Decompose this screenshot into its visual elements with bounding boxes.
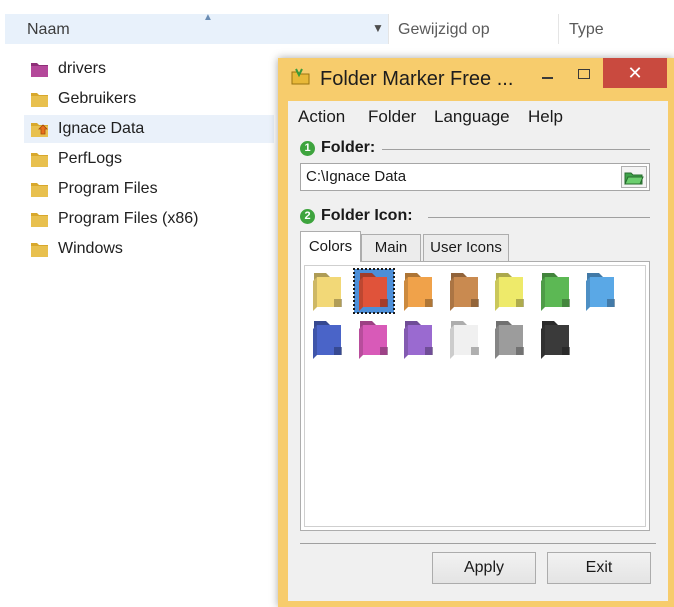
colored-folder-icon [449,321,479,359]
colored-folder-icon [449,273,479,311]
dialog-client-area: Action Folder Language Help 1 Folder: C:\… [288,101,668,601]
folder-color-swatch[interactable] [399,317,439,361]
close-icon: ✕ [627,63,643,83]
dialog-titlebar[interactable]: Folder Marker Free ... ✕ [278,58,674,96]
step-1-badge-icon: 1 [300,141,315,156]
minimize-icon [542,77,553,79]
color-icon-panel [300,261,650,531]
colored-folder-icon [404,321,433,359]
color-icon-grid [304,265,646,527]
folder-color-swatch[interactable] [536,269,576,313]
button-divider [300,543,656,544]
column-header-modified[interactable]: Gewijzigd op [398,21,490,39]
tab-user-icons[interactable]: User Icons [423,234,509,261]
file-list-item[interactable]: Ignace Data [24,115,274,143]
folder-marker-dialog: Folder Marker Free ... ✕ Action Folder L… [278,58,674,607]
folder-purple-icon [31,63,48,77]
dialog-title: Folder Marker Free ... [320,68,514,90]
file-list-item-label: PerfLogs [58,150,123,167]
folder-icon-section-title: 2 Folder Icon: [300,207,413,225]
folder-color-swatch[interactable] [581,269,621,313]
file-list-item-label: Ignace Data [58,120,145,137]
column-header-type[interactable]: Type [569,21,604,39]
menu-language[interactable]: Language [434,107,510,127]
minimize-button[interactable] [531,60,565,88]
folder-icon [31,183,48,197]
step-2-badge-icon: 2 [300,209,315,224]
folder-color-swatch[interactable] [308,317,348,361]
file-list-item[interactable]: Windows [24,235,274,263]
menu-action[interactable]: Action [298,107,345,127]
maximize-icon [578,69,590,79]
folder-color-swatch[interactable] [536,317,576,361]
folder-color-swatch[interactable] [445,317,485,361]
folder-color-swatch[interactable] [352,268,395,314]
colored-folder-icon [358,321,388,359]
colored-folder-icon [358,273,388,311]
column-dropdown-icon[interactable]: ▼ [372,21,384,35]
colored-folder-icon [540,273,570,311]
folder-icon [31,213,48,227]
folder-color-swatch[interactable] [308,269,348,313]
column-divider[interactable] [388,14,389,44]
folder-icon [31,153,48,167]
folder-icon-section-label: Folder Icon: [321,207,413,224]
folder-color-swatch[interactable] [445,269,485,313]
file-list-item-label: Windows [58,240,123,257]
folder-section-title: 1 Folder: [300,139,375,157]
file-list-item-label: Program Files (x86) [58,210,199,227]
column-header-name[interactable]: ▲ Naam ▼ [5,12,388,44]
menu-bar: Action Folder Language Help [288,101,668,129]
colored-folder-icon [540,321,570,359]
file-list-item[interactable]: drivers [24,55,274,83]
folder-marked-icon [31,123,48,137]
section-divider [428,217,650,218]
folder-color-swatch[interactable] [399,269,439,313]
sort-ascending-icon: ▲ [203,12,213,23]
file-list-item[interactable]: PerfLogs [24,145,274,173]
folder-path-value: C:\Ignace Data [306,168,407,185]
file-list-item[interactable]: Gebruikers [24,85,274,113]
tab-colors[interactable]: Colors [300,231,361,262]
apply-button[interactable]: Apply [432,552,536,584]
file-list-item-label: Program Files [58,180,158,197]
colored-folder-icon [404,273,433,311]
colored-folder-icon [495,273,524,311]
colored-folder-icon [495,321,524,359]
colored-folder-icon [313,321,342,359]
tab-main[interactable]: Main [361,234,421,261]
folder-section-label: Folder: [321,139,376,156]
explorer-column-header: ▲ Naam ▼ Gewijzigd op Type [0,0,674,45]
folder-marker-app-icon [291,68,310,85]
folder-icon [31,93,48,107]
exit-button[interactable]: Exit [547,552,651,584]
column-header-name-label: Naam [27,21,70,38]
folder-color-swatch[interactable] [354,317,394,361]
file-list-item-label: Gebruikers [58,90,137,107]
close-button[interactable]: ✕ [603,58,667,88]
browse-folder-button[interactable] [621,166,647,188]
folder-color-swatch[interactable] [490,269,530,313]
folder-path-field[interactable]: C:\Ignace Data [300,163,650,191]
column-divider[interactable] [558,14,559,44]
menu-help[interactable]: Help [528,107,563,127]
folder-icon [31,243,48,257]
colored-folder-icon [586,273,615,311]
menu-folder[interactable]: Folder [368,107,416,127]
maximize-button[interactable] [567,60,601,88]
file-list-item-label: drivers [58,60,107,77]
colored-folder-icon [313,273,342,311]
section-divider [382,149,650,150]
folder-color-swatch[interactable] [490,317,530,361]
file-list-item[interactable]: Program Files (x86) [24,205,274,233]
file-list-item[interactable]: Program Files [24,175,274,203]
